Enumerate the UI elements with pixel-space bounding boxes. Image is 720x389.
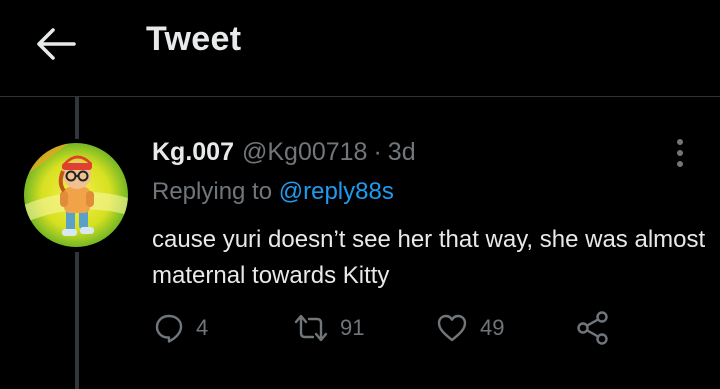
tweet-text: cause yuri doesn’t see her that way, she… — [152, 226, 706, 289]
share-icon — [577, 311, 608, 345]
reply-count: 4 — [196, 315, 209, 340]
avatar-character-icon — [24, 143, 128, 247]
replying-to-handle[interactable]: @reply88s — [279, 178, 394, 205]
back-button[interactable] — [34, 24, 78, 64]
top-bar: Tweet — [0, 0, 720, 97]
user-handle[interactable]: @Kg00718 — [242, 138, 367, 167]
replying-to-label: Replying to — [152, 178, 273, 205]
page-title: Tweet — [146, 20, 242, 58]
timestamp[interactable]: 3d — [388, 138, 416, 167]
retweet-icon — [294, 314, 328, 342]
retweet-button[interactable]: 91 — [294, 308, 364, 348]
thread-line-bottom — [75, 252, 79, 389]
more-options-button[interactable] — [664, 136, 696, 170]
more-vertical-icon — [677, 139, 683, 167]
reply-icon — [155, 314, 183, 343]
retweet-count: 91 — [340, 315, 365, 340]
display-name[interactable]: Kg.007 — [152, 138, 234, 167]
like-button[interactable]: 49 — [436, 308, 504, 348]
avatar[interactable] — [24, 143, 128, 247]
replying-to: Replying to @reply88s — [152, 178, 394, 206]
tweet-header: Kg.007 @Kg00718 · 3d — [152, 138, 416, 167]
separator-dot: · — [373, 138, 382, 166]
reply-button[interactable]: 4 — [154, 308, 208, 348]
arrow-left-icon — [37, 28, 76, 60]
thread-line-top — [75, 97, 79, 139]
like-count: 49 — [480, 315, 505, 340]
heart-icon — [437, 314, 467, 342]
share-button[interactable] — [576, 308, 610, 348]
